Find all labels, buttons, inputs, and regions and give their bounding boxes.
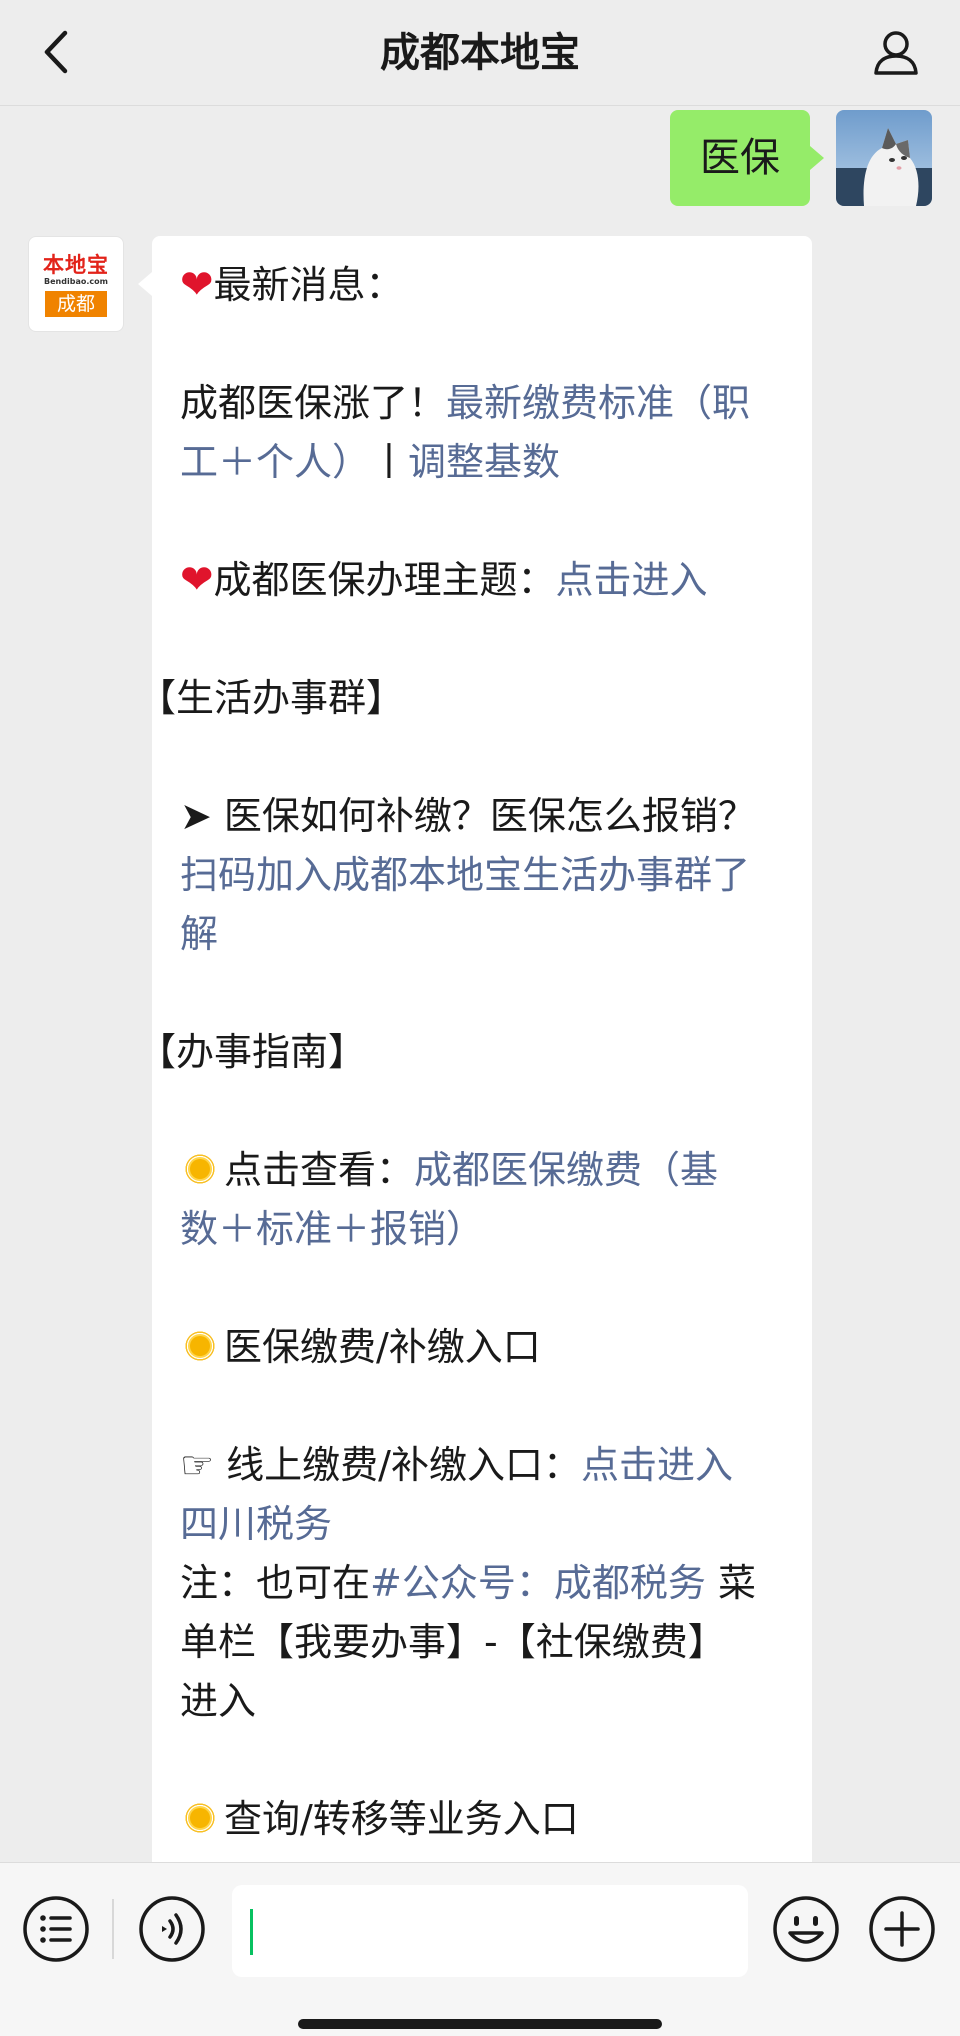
query-entry-line: 查询/转移等业务入口	[180, 1790, 800, 1849]
plus-icon	[869, 1896, 935, 1962]
back-button[interactable]	[32, 26, 80, 78]
sun-icon	[180, 1326, 220, 1366]
emoji-button[interactable]	[770, 1893, 842, 1965]
note-line-1: 注：也可在#公众号：成都税务 菜	[180, 1554, 800, 1613]
my-message-bubble[interactable]: 医保	[670, 110, 824, 206]
my-avatar[interactable]	[836, 110, 932, 206]
smiley-icon	[773, 1896, 839, 1962]
logo-city: 成都	[45, 291, 107, 317]
input-toolbar	[0, 1862, 960, 2036]
news-separator: 丨	[370, 440, 409, 484]
topic-line: ❤成都医保办理主题：点击进入	[180, 551, 800, 610]
news-line-1: 成都医保涨了！最新缴费标准（职	[180, 374, 800, 433]
group-heading: 【生活办事群】	[138, 676, 405, 720]
sichuan-tax-link[interactable]: 四川税务	[180, 1495, 800, 1554]
voice-icon	[139, 1896, 205, 1962]
guide-view-link[interactable]: 成都医保缴费（基	[414, 1148, 718, 1192]
toolbar-divider	[112, 1899, 114, 1959]
logo-subtext: Bendibao.com	[44, 277, 108, 286]
voice-button[interactable]	[136, 1893, 208, 1965]
chevron-left-icon	[44, 30, 68, 74]
news-text: 成都医保涨了！	[180, 381, 447, 425]
latest-label: 最新消息：	[213, 263, 404, 307]
note-suffix: 菜	[705, 1561, 756, 1605]
text-caret	[250, 1909, 253, 1955]
topic-label: 成都医保办理主题：	[213, 558, 556, 602]
chat-area[interactable]: 医保 本地宝 Bendibao.com 成都 ❤最新消息： 成都医保涨了！最新缴…	[0, 106, 960, 1862]
group-join-link[interactable]: 扫码加入成都本地宝生活办事群了	[180, 846, 800, 905]
bot-avatar[interactable]: 本地宝 Bendibao.com 成都	[28, 236, 124, 332]
message-input[interactable]	[232, 1885, 748, 1977]
my-message-text: 医保	[700, 135, 780, 181]
news-link-standard-cont[interactable]: 工＋个人）	[180, 440, 370, 484]
nav-header: 成都本地宝	[0, 0, 960, 106]
profile-button[interactable]	[868, 24, 924, 80]
news-link-base[interactable]: 调整基数	[408, 440, 560, 484]
guide-view-label: 点击查看：	[224, 1148, 415, 1192]
group-question: ➤ 医保如何补缴？医保怎么报销？	[180, 794, 756, 838]
sun-icon	[180, 1149, 220, 1189]
online-link[interactable]: 点击进入	[581, 1443, 733, 1487]
note-line-2: 单栏【我要办事】-【社保缴费】	[180, 1620, 726, 1664]
cat-avatar-image	[836, 110, 932, 206]
online-payment-line: ☞ 线上缴费/补缴入口：点击进入	[180, 1436, 800, 1495]
latest-news-line: ❤最新消息：	[180, 256, 800, 315]
sun-icon	[180, 1798, 220, 1838]
guide-view-link-cont[interactable]: 数＋标准＋报销）	[180, 1200, 800, 1259]
note-account-link[interactable]: #公众号：成都税务	[370, 1561, 706, 1605]
home-indicator	[298, 2019, 662, 2029]
news-line-2: 工＋个人）丨调整基数	[180, 433, 800, 492]
guide-heading: 【办事指南】	[138, 1030, 367, 1074]
heart-icon: ❤	[180, 557, 214, 603]
guide-view-line: 点击查看：成都医保缴费（基	[180, 1141, 800, 1200]
news-link-standard[interactable]: 最新缴费标准（职	[446, 381, 750, 425]
query-entry-text: 查询/转移等业务入口	[224, 1797, 579, 1841]
payment-entry-text: 医保缴费/补缴入口	[224, 1325, 541, 1369]
logo-text: 本地宝	[43, 252, 109, 277]
person-icon	[874, 31, 918, 75]
note-prefix: 注：也可在	[180, 1561, 371, 1605]
menu-button[interactable]	[20, 1893, 92, 1965]
page-title: 成都本地宝	[380, 30, 580, 76]
topic-link[interactable]: 点击进入	[556, 558, 708, 602]
note-line-3: 进入	[180, 1679, 257, 1723]
more-button[interactable]	[866, 1893, 938, 1965]
bot-message-bubble: ❤最新消息： 成都医保涨了！最新缴费标准（职 工＋个人）丨调整基数 ❤成都医保办…	[138, 236, 812, 1862]
group-join-link-cont[interactable]: 解	[180, 905, 800, 964]
list-menu-icon	[23, 1896, 89, 1962]
online-label: ☞ 线上缴费/补缴入口：	[180, 1443, 581, 1487]
heart-icon: ❤	[180, 262, 214, 308]
payment-entry-line: 医保缴费/补缴入口	[180, 1318, 800, 1377]
